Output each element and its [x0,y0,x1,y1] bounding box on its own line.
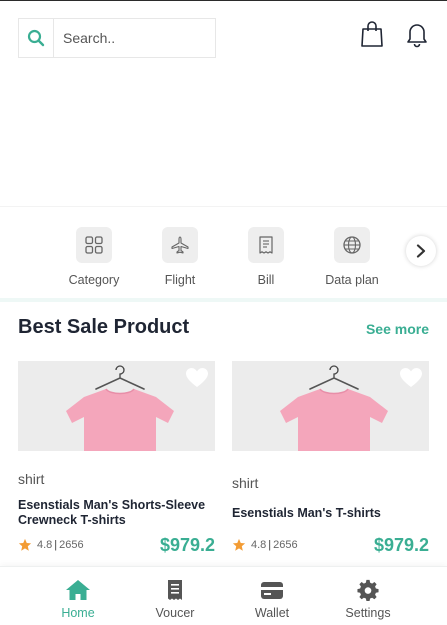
wallet-icon [261,582,283,599]
product-title: Esenstials Man's T-shirts [232,506,381,520]
nav-item-wallet[interactable]: Wallet [227,579,317,620]
star-icon [18,538,32,551]
product-category: shirt [232,475,259,491]
header [0,1,447,206]
product-rating: 4.8 | 2656 [232,538,298,552]
home-icon [66,580,90,600]
category-label: Bill [257,273,275,287]
section-title: Best Sale Product [18,316,190,338]
category-item-bill[interactable]: Bill [226,227,306,287]
category-strip: Category Flight Bill Data plan [0,206,447,298]
chevron-right-icon[interactable] [406,236,436,266]
nav-label: Settings [345,606,391,620]
product-card[interactable]: shirt Esenstials Man's T-shirts 4.8 | 2656… [232,361,429,558]
nav-label: Voucer [155,606,195,620]
grid-icon [76,227,112,263]
search-input[interactable] [54,19,214,57]
product-card[interactable]: shirt Esenstials Man's Shorts-Sleeve Cre… [18,361,215,558]
star-icon [232,538,246,551]
globe-icon [334,227,370,263]
section-divider [0,298,447,302]
gear-icon [357,579,379,601]
voucher-icon [168,580,182,600]
product-category: shirt [18,471,45,487]
heart-icon[interactable] [185,367,209,394]
review-count: 2656 [59,539,84,551]
nav-item-home[interactable]: Home [33,579,123,620]
category-label: Category [68,273,120,287]
search-icon[interactable] [19,19,54,57]
product-price: $979.2 [373,535,429,555]
category-label: Data plan [325,273,379,287]
product-price: $979.2 [159,535,215,555]
product-rating: 4.8 | 2656 [18,538,84,552]
airplane-icon [162,227,198,263]
see-more-link[interactable]: See more [366,321,429,337]
bell-icon[interactable] [404,19,430,49]
category-label: Flight [164,273,196,287]
shopping-bag-icon[interactable] [359,19,385,49]
product-image [18,361,215,451]
nav-item-settings[interactable]: Settings [323,579,413,620]
product-image [232,361,429,451]
nav-item-voucer[interactable]: Voucer [130,579,220,620]
bottom-nav: Home Voucer Wallet Settings [0,566,447,625]
category-item-flight[interactable]: Flight [140,227,220,287]
nav-label: Wallet [254,606,290,620]
heart-icon[interactable] [399,367,423,394]
rating-value: 4.8 [251,539,267,551]
category-item-data-plan[interactable]: Data plan [312,227,392,287]
review-count: 2656 [273,539,298,551]
search-box[interactable] [18,18,216,58]
receipt-icon [248,227,284,263]
category-item-category[interactable]: Category [54,227,134,287]
rating-value: 4.8 [37,539,53,551]
product-title: Esenstials Man's Shorts-Sleeve Crewneck … [18,498,206,527]
nav-label: Home [61,606,95,620]
